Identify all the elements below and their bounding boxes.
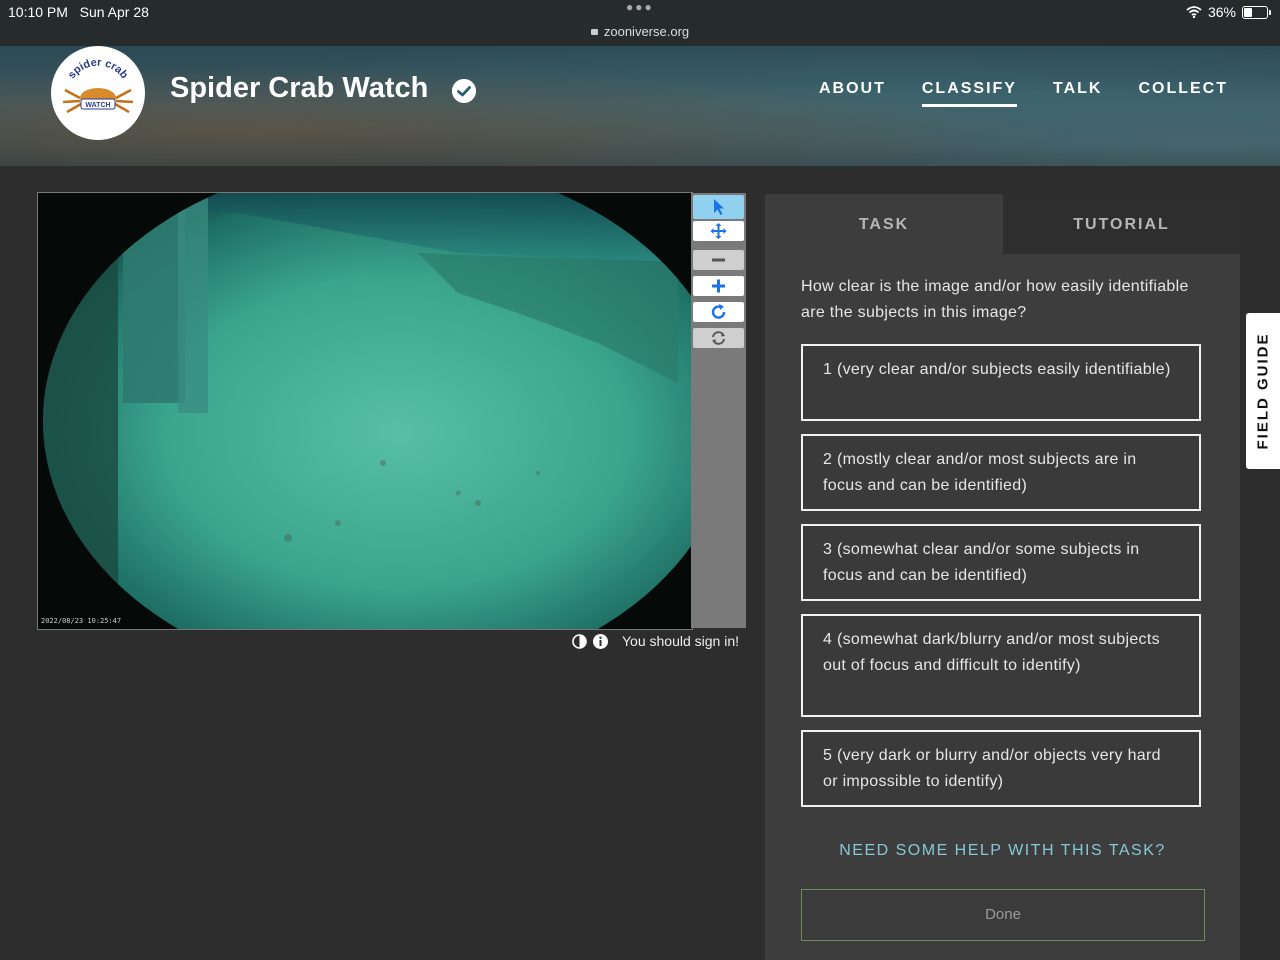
battery-icon [1242,5,1271,19]
underwater-photo: 2022/08/23 10:25:47 [38,193,692,629]
svg-text:WATCH: WATCH [85,102,110,109]
move-tool-button[interactable] [693,221,744,241]
nav-about[interactable]: ABOUT [819,80,886,107]
zoom-in-button[interactable] [693,276,744,296]
refresh-icon [712,331,725,345]
nav-collect[interactable]: COLLECT [1138,80,1228,107]
answer-option-2[interactable]: 2 (mostly clear and/or most subjects are… [801,434,1201,511]
sign-in-message: You should sign in! [622,633,740,649]
project-logo[interactable]: spider crab WATCH [51,46,145,140]
status-time: 10:10 PM Sun Apr 28 [8,4,149,20]
plus-icon [712,279,725,293]
task-panel: TASK TUTORIAL How clear is the image and… [765,194,1240,960]
info-icon[interactable] [593,633,608,649]
svg-text:spider crab: spider crab [66,57,131,82]
project-title[interactable]: Spider Crab Watch [170,72,428,105]
spider-crab-logo-icon: spider crab WATCH [62,57,134,114]
pointer-icon [714,199,724,215]
project-header: spider crab WATCH Spider Crab Watch ABOU… [0,46,1280,166]
answer-option-4[interactable]: 4 (somewhat dark/blurry and/or most subj… [801,614,1201,717]
verified-check-icon [452,79,476,103]
subject-timestamp: 2022/08/23 10:25:47 [41,617,121,625]
tab-task[interactable]: TASK [765,194,1003,254]
status-bar: 10:10 PM Sun Apr 28 ●●● zooniverse.org 3… [0,0,1280,46]
status-right: 36% [1186,4,1271,20]
answer-option-1[interactable]: 1 (very clear and/or subjects easily ide… [801,344,1201,421]
browser-menu-dots-icon[interactable]: ●●● [626,0,654,14]
field-guide-tab[interactable]: FIELD GUIDE [1246,313,1280,469]
answer-option-5[interactable]: 5 (very dark or blurry and/or objects ve… [801,730,1201,807]
zoom-out-button[interactable] [693,250,744,270]
done-button[interactable]: Done [801,889,1205,941]
address-bar[interactable]: zooniverse.org [0,24,1280,39]
battery-percent: 36% [1207,4,1236,20]
rotate-button[interactable] [693,302,744,322]
task-question: How clear is the image and/or how easily… [801,278,1189,321]
field-guide-label: FIELD GUIDE [1254,332,1272,450]
lock-icon [590,29,598,35]
annotate-tool-button[interactable] [693,195,744,219]
subject-image[interactable]: 2022/08/23 10:25:47 [37,192,693,630]
minus-icon [712,258,725,262]
tab-tutorial[interactable]: TUTORIAL [1003,194,1240,254]
move-icon [710,223,727,239]
task-help-link[interactable]: NEED SOME HELP WITH THIS TASK? [765,842,1240,860]
image-toolbar [691,193,746,628]
task-tabs: TASK TUTORIAL [765,194,1240,254]
wifi-icon [1186,6,1202,18]
answer-option-3[interactable]: 3 (somewhat clear and/or some subjects i… [801,524,1201,601]
project-nav: ABOUT CLASSIFY TALK COLLECT [819,80,1228,107]
nav-classify[interactable]: CLASSIFY [921,80,1017,107]
reset-view-button[interactable] [693,328,744,348]
rotate-icon [711,304,726,319]
contrast-icon[interactable] [572,633,587,649]
subject-meta-row: You should sign in! [572,633,739,649]
nav-talk[interactable]: TALK [1053,80,1102,107]
